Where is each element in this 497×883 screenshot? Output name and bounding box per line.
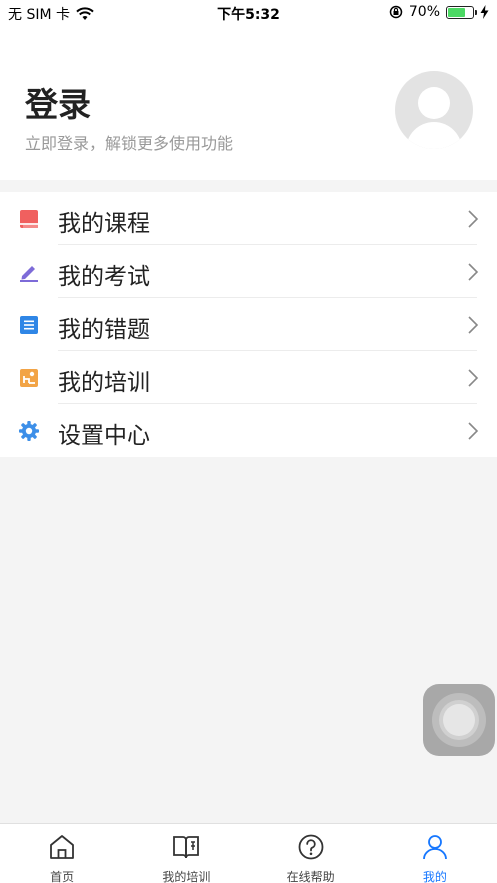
assistive-touch-button[interactable] (423, 684, 495, 756)
menu-item-courses[interactable]: 我的课程 (0, 192, 497, 245)
orientation-lock-icon (389, 5, 403, 19)
menu-item-label: 我的错题 (58, 317, 150, 343)
tab-label: 首页 (50, 870, 75, 883)
status-bar: 无 SIM 卡 下午5:32 70% (0, 0, 497, 26)
question-icon (298, 834, 324, 860)
menu-item-label: 我的培训 (58, 370, 150, 396)
tab-label: 我的培训 (162, 870, 211, 883)
status-right: 70% (389, 4, 489, 20)
avatar-body (406, 122, 462, 149)
menu-item-label: 我的课程 (58, 211, 150, 237)
book-icon (20, 210, 38, 228)
chevron-right-icon (468, 422, 479, 440)
tab-online-help[interactable]: 在线帮助 (249, 824, 373, 883)
charging-icon (480, 5, 489, 19)
avatar[interactable] (395, 71, 473, 149)
menu-item-label: 我的考试 (58, 264, 150, 290)
list-icon (20, 316, 38, 334)
training-icon (20, 369, 38, 387)
login-title[interactable]: 登录 (25, 78, 91, 126)
person-icon (422, 835, 447, 860)
chevron-right-icon (468, 316, 479, 334)
tab-label: 我的 (422, 870, 447, 883)
tab-home[interactable]: 首页 (0, 824, 124, 883)
pencil-icon (20, 266, 38, 282)
menu-item-label: 设置中心 (58, 423, 150, 449)
login-subtitle: 立即登录，解锁更多使用功能 (25, 134, 234, 153)
assistive-ring-inner (443, 704, 475, 736)
menu-item-exams[interactable]: 我的考试 (0, 245, 497, 298)
chevron-right-icon (468, 369, 479, 387)
menu-item-training[interactable]: 我的培训 (0, 351, 497, 404)
tab-bar: 首页 我的培训 在线帮助 我的 (0, 823, 497, 883)
profile-header[interactable]: 登录 立即登录，解锁更多使用功能 (0, 26, 497, 180)
open-book-icon (173, 836, 200, 859)
battery-icon (446, 5, 477, 19)
menu-list: 我的课程 我的考试 我的错题 我的培训 设置中心 (0, 192, 497, 457)
tab-training[interactable]: 我的培训 (124, 824, 248, 883)
home-icon (50, 835, 75, 859)
gear-icon (19, 421, 39, 441)
battery-percent: 70% (408, 4, 440, 20)
tab-mine[interactable]: 我的 (373, 824, 497, 883)
tab-label: 在线帮助 (286, 870, 335, 883)
chevron-right-icon (468, 210, 479, 228)
battery-level (448, 7, 465, 17)
avatar-head (418, 87, 450, 119)
menu-item-mistakes[interactable]: 我的错题 (0, 298, 497, 351)
chevron-right-icon (468, 263, 479, 281)
menu-item-settings[interactable]: 设置中心 (0, 404, 497, 457)
